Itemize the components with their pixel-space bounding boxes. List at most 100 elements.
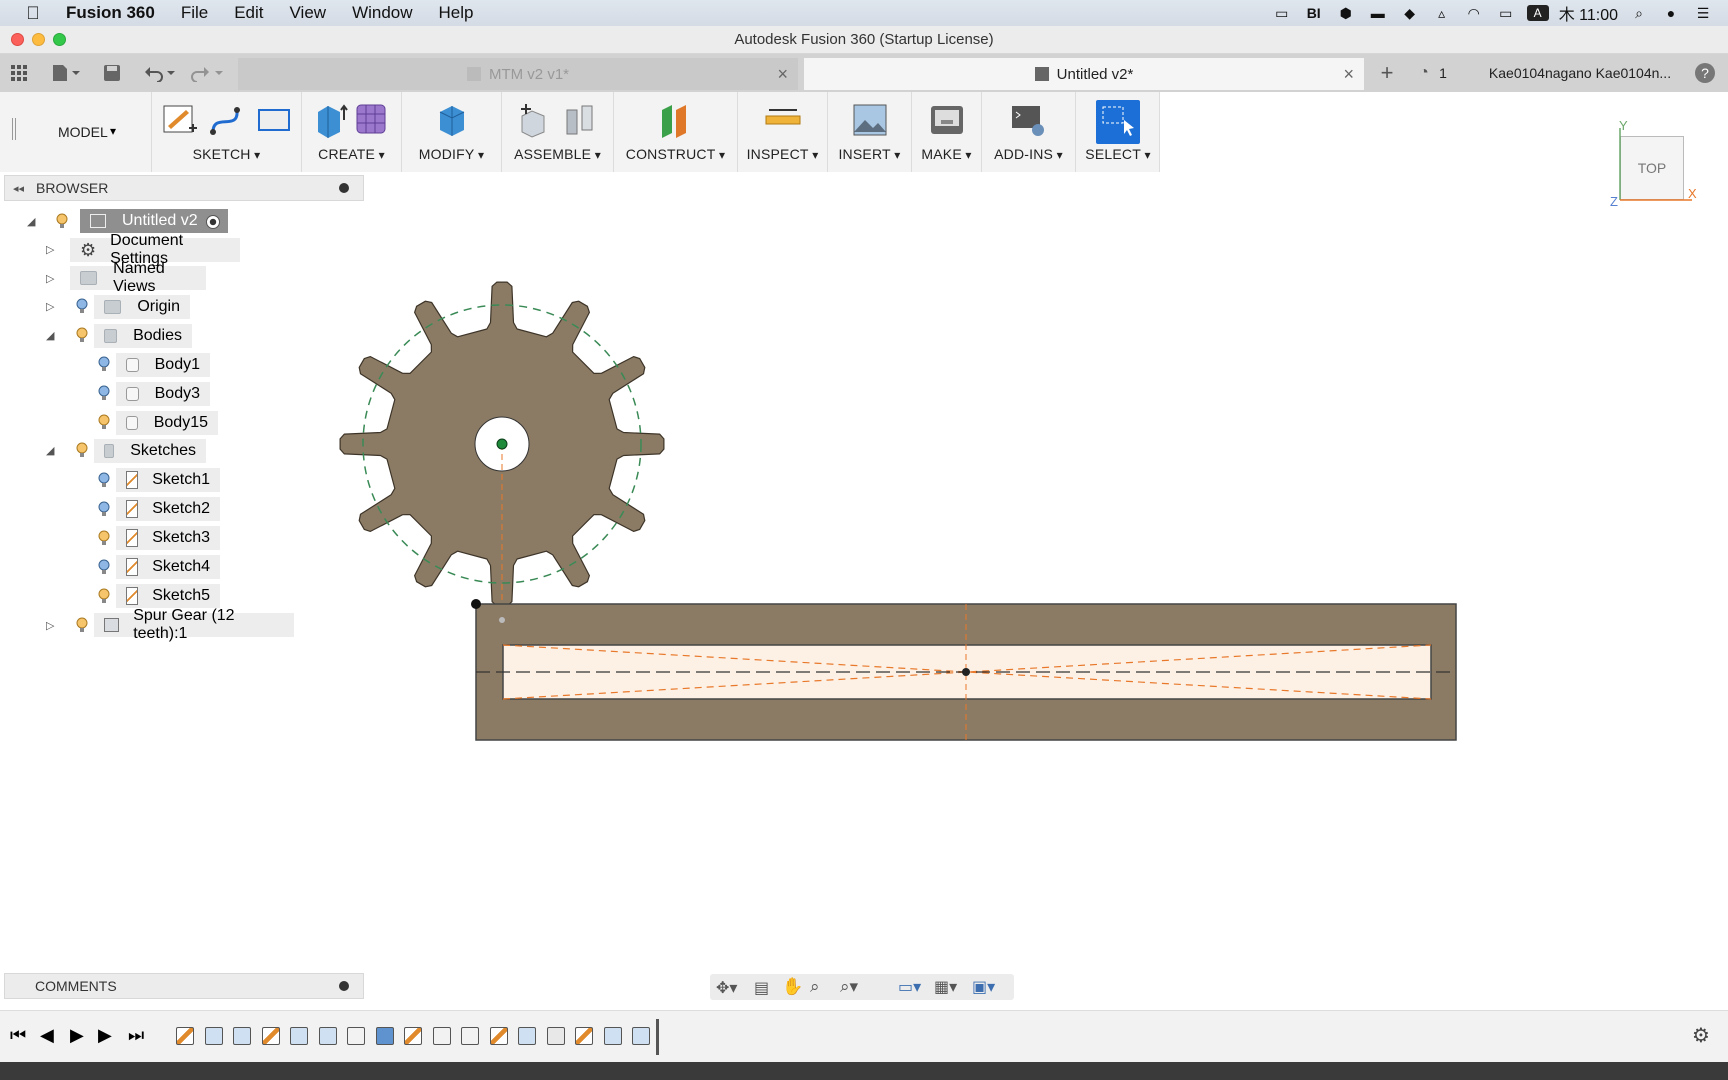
battery-bar-icon[interactable]: ▬ bbox=[1367, 5, 1389, 21]
select-icon[interactable] bbox=[1096, 100, 1140, 144]
make-group-label[interactable]: MAKE bbox=[912, 146, 981, 162]
timeline-feature-extrude[interactable] bbox=[318, 1027, 337, 1045]
browser-panel-header[interactable]: ◂◂ BROWSER bbox=[4, 175, 364, 201]
step-forward-icon[interactable]: ▶ bbox=[98, 1025, 112, 1046]
grid-settings-icon[interactable]: ▦▾ bbox=[934, 977, 957, 997]
tab-untitled[interactable]: Untitled v2* × bbox=[804, 58, 1364, 90]
timeline-feature-sketch[interactable] bbox=[575, 1027, 593, 1045]
make-group[interactable]: MAKE bbox=[912, 92, 982, 172]
menu-view[interactable]: View bbox=[277, 3, 340, 23]
create-group-label[interactable]: CREATE bbox=[302, 146, 401, 162]
assemble-group[interactable]: ASSEMBLE bbox=[502, 92, 614, 172]
apple-menu-icon[interactable]:  bbox=[0, 3, 66, 24]
visibility-bulb-icon[interactable] bbox=[98, 356, 110, 372]
app-menu[interactable]: Fusion 360 bbox=[66, 3, 168, 23]
visibility-bulb-icon[interactable] bbox=[98, 385, 110, 401]
menu-window[interactable]: Window bbox=[339, 3, 425, 23]
pan-icon[interactable]: ✋ bbox=[782, 977, 803, 997]
origin-item[interactable]: Origin bbox=[94, 295, 190, 319]
expand-arrow-icon[interactable]: ▷ bbox=[46, 272, 54, 285]
save-icon[interactable] bbox=[100, 62, 124, 84]
new-component-icon[interactable] bbox=[516, 102, 552, 138]
sketch-item-sketch4[interactable]: Sketch4 bbox=[116, 555, 220, 579]
add-comment-icon[interactable] bbox=[339, 981, 349, 991]
collapse-browser-icon[interactable]: ◂◂ bbox=[13, 182, 24, 195]
rectangle-icon[interactable] bbox=[256, 102, 292, 138]
expand-arrow-icon[interactable]: ▷ bbox=[46, 619, 54, 632]
document-settings-item[interactable]: ⚙ Document Settings bbox=[70, 232, 240, 267]
modify-group[interactable]: MODIFY bbox=[402, 92, 502, 172]
visibility-bulb-icon[interactable] bbox=[98, 588, 110, 604]
extrude-icon[interactable] bbox=[314, 102, 350, 138]
addins-group-label[interactable]: ADD-INS bbox=[982, 146, 1075, 162]
timeline-feature-move[interactable] bbox=[347, 1027, 365, 1045]
press-pull-icon[interactable] bbox=[434, 102, 470, 138]
inspect-group[interactable]: INSPECT bbox=[738, 92, 828, 172]
settings-gear-icon[interactable]: ⚙ bbox=[1692, 1023, 1710, 1048]
form-icon[interactable] bbox=[354, 102, 390, 138]
zoom-icon[interactable]: ⌕ bbox=[810, 977, 820, 997]
timeline-feature-sketch[interactable] bbox=[489, 1027, 508, 1045]
timeline-feature-joint[interactable] bbox=[546, 1027, 565, 1045]
expand-arrow-icon[interactable]: ◢ bbox=[27, 215, 35, 228]
timeline-feature-extrude[interactable] bbox=[233, 1027, 251, 1045]
collapse-arrow-icon[interactable]: ◢ bbox=[46, 329, 54, 342]
data-panel-grid-icon[interactable] bbox=[8, 62, 30, 84]
airplay-icon[interactable]: ▵ bbox=[1431, 5, 1453, 21]
collapse-arrow-icon[interactable]: ◢ bbox=[46, 444, 54, 457]
inspect-group-label[interactable]: INSPECT bbox=[738, 146, 827, 162]
bodies-folder[interactable]: Bodies bbox=[94, 324, 192, 348]
expand-arrow-icon[interactable]: ▷ bbox=[46, 243, 54, 256]
insert-group-label[interactable]: INSERT bbox=[828, 146, 911, 162]
sketch-item-sketch3[interactable]: Sketch3 bbox=[116, 526, 220, 550]
menu-help[interactable]: Help bbox=[426, 3, 487, 23]
viewports-icon[interactable]: ▣▾ bbox=[972, 977, 995, 997]
modify-group-label[interactable]: MODIFY bbox=[402, 146, 501, 162]
visibility-bulb-icon[interactable] bbox=[98, 530, 110, 546]
menu-file[interactable]: File bbox=[168, 3, 221, 23]
minimize-panel-icon[interactable] bbox=[339, 183, 349, 193]
3d-print-icon[interactable] bbox=[929, 102, 965, 138]
timeline-feature-pattern[interactable] bbox=[432, 1027, 451, 1045]
wifi-icon[interactable]: ◠ bbox=[1463, 5, 1485, 21]
select-group-label[interactable]: SELECT bbox=[1076, 146, 1160, 162]
visibility-bulb-icon[interactable] bbox=[56, 213, 68, 229]
evernote-icon[interactable]: ◆ bbox=[1399, 5, 1421, 21]
go-to-end-icon[interactable]: ⏭ bbox=[128, 1025, 144, 1046]
battery-icon[interactable]: ▭ bbox=[1495, 5, 1517, 21]
clock[interactable]: 木 11:00 bbox=[1559, 1, 1618, 25]
timeline-feature-extrude[interactable] bbox=[204, 1027, 223, 1045]
redo-icon[interactable] bbox=[188, 62, 228, 84]
visibility-bulb-icon[interactable] bbox=[98, 414, 110, 430]
comments-panel-header[interactable]: COMMENTS bbox=[4, 973, 364, 999]
notification-center-icon[interactable]: ☰ bbox=[1692, 5, 1714, 21]
visibility-bulb-icon[interactable] bbox=[76, 442, 88, 458]
insert-group[interactable]: INSERT bbox=[828, 92, 912, 172]
timeline-feature-sketch[interactable] bbox=[404, 1027, 422, 1045]
insert-image-icon[interactable] bbox=[852, 102, 888, 138]
visibility-bulb-icon[interactable] bbox=[98, 559, 110, 575]
timeline-feature-extrude[interactable] bbox=[603, 1027, 622, 1045]
visibility-bulb-icon[interactable] bbox=[98, 501, 110, 517]
named-views-item[interactable]: Named Views bbox=[70, 260, 206, 295]
sketch-group-label[interactable]: SKETCH bbox=[152, 146, 301, 162]
activate-radio-icon[interactable] bbox=[206, 215, 220, 229]
spur-gear-component[interactable]: Spur Gear (12 teeth):1 bbox=[94, 607, 294, 642]
step-back-icon[interactable]: ◀ bbox=[40, 1025, 54, 1046]
visibility-bulb-icon[interactable] bbox=[76, 617, 88, 633]
display-settings-icon[interactable]: ▭▾ bbox=[898, 977, 921, 997]
sketch-group[interactable]: SKETCH bbox=[152, 92, 302, 172]
timeline-feature-extrude[interactable] bbox=[290, 1027, 308, 1045]
measure-icon[interactable] bbox=[765, 102, 801, 138]
bi-icon[interactable]: BI bbox=[1303, 5, 1325, 21]
tab-mtm[interactable]: MTM v2 v1* × bbox=[238, 58, 798, 90]
visibility-bulb-icon[interactable] bbox=[76, 298, 88, 314]
undo-icon[interactable] bbox=[142, 62, 178, 84]
construct-group[interactable]: CONSTRUCT bbox=[614, 92, 738, 172]
menu-edit[interactable]: Edit bbox=[221, 3, 276, 23]
spotlight-search-icon[interactable]: ⌕ bbox=[1628, 5, 1650, 21]
visibility-bulb-icon[interactable] bbox=[76, 327, 88, 343]
go-to-start-icon[interactable]: ⏮ bbox=[10, 1025, 26, 1046]
zoom-window-icon[interactable]: ⌕▾ bbox=[840, 977, 858, 997]
timeline-feature-extrude[interactable] bbox=[632, 1027, 650, 1045]
